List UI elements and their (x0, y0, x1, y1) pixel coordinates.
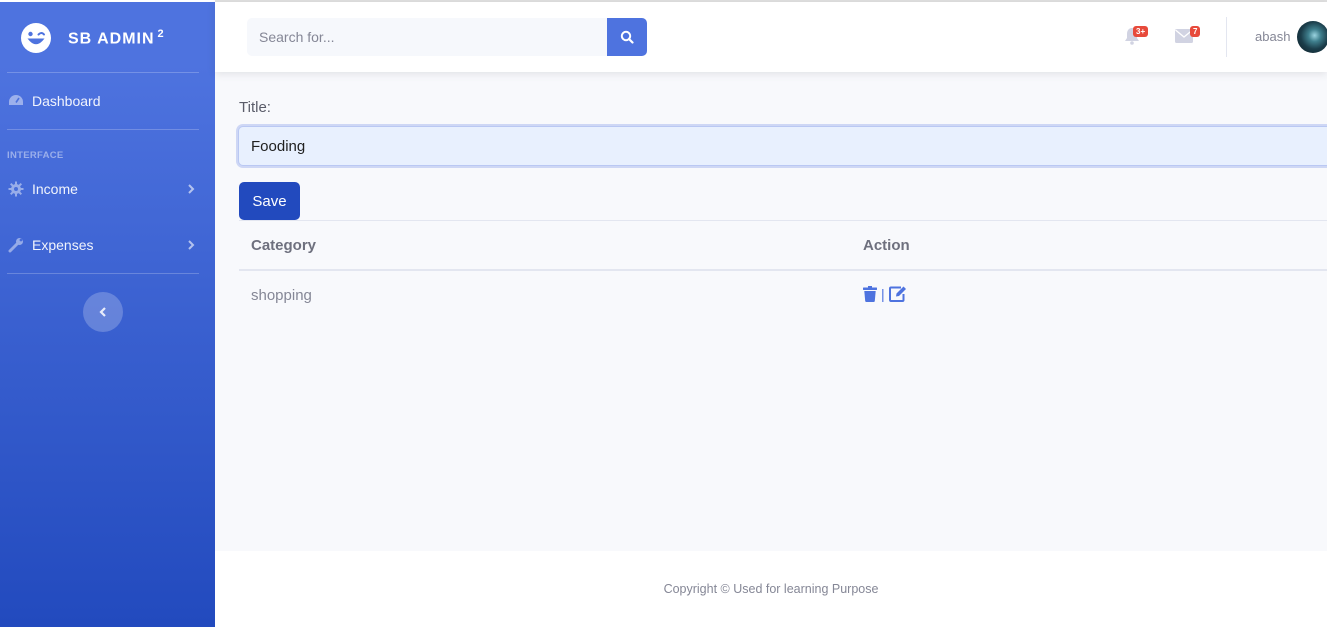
table-cell-category: shopping (251, 287, 312, 304)
tachometer-icon (9, 95, 23, 105)
wrench-icon (8, 238, 23, 253)
messages-dropdown[interactable]: 7 (1175, 26, 1201, 48)
brand-title: SB ADMIN 2 (68, 28, 165, 48)
alerts-dropdown[interactable]: 3+ (1124, 26, 1149, 50)
search-input[interactable] (247, 18, 607, 56)
title-input[interactable] (238, 126, 1327, 166)
sidebar-item-label: Dashboard (32, 93, 101, 109)
trash-icon[interactable] (863, 285, 877, 302)
messages-badge: 7 (1190, 26, 1201, 37)
table-cell-action: | (863, 285, 907, 302)
sidebar-divider (7, 129, 199, 130)
sidebar-divider (7, 72, 199, 73)
sidebar-heading: INTERFACE (7, 150, 64, 161)
table-header-border (239, 269, 1327, 271)
alerts-badge: 3+ (1133, 26, 1149, 37)
sidebar-item-dashboard[interactable]: Dashboard (8, 89, 200, 113)
sidebar-divider (7, 273, 199, 274)
main-content: Title: Save Category Action shopping | (215, 72, 1327, 551)
topbar: 3+ 7 abash (215, 2, 1327, 72)
table-border (239, 220, 1327, 221)
search-button[interactable] (607, 18, 647, 56)
save-button[interactable]: Save (239, 182, 300, 220)
brand-superscript: 2 (157, 27, 165, 40)
avatar[interactable] (1297, 21, 1327, 53)
sidebar-toggle-button[interactable] (83, 292, 123, 332)
sidebar-brand[interactable]: SB ADMIN 2 (20, 20, 165, 56)
sidebar: SB ADMIN 2 Dashboard INTERFACE Income Ex… (0, 2, 215, 627)
action-separator: | (881, 285, 885, 302)
sidebar-item-income[interactable]: Income (8, 177, 200, 201)
edit-icon[interactable] (888, 285, 907, 302)
brand-name: SB ADMIN (68, 30, 155, 48)
chevron-right-icon (188, 184, 195, 194)
copyright-text: Copyright © Used for learning Purpose (663, 582, 879, 596)
chevron-right-icon (188, 240, 195, 250)
sidebar-item-label: Expenses (32, 237, 94, 253)
title-label: Title: (239, 99, 271, 116)
search-form (247, 18, 647, 56)
footer: Copyright © Used for learning Purpose (215, 551, 1327, 627)
table-header-action: Action (863, 237, 910, 254)
table-header-category: Category (251, 237, 317, 254)
cog-icon (8, 181, 24, 197)
user-name[interactable]: abash (1255, 29, 1290, 44)
topbar-divider (1226, 17, 1227, 57)
chevron-left-icon (99, 307, 106, 317)
sidebar-item-label: Income (32, 181, 78, 197)
search-icon (620, 30, 634, 44)
sidebar-item-expenses[interactable]: Expenses (8, 233, 200, 257)
laugh-wink-icon (21, 23, 51, 53)
